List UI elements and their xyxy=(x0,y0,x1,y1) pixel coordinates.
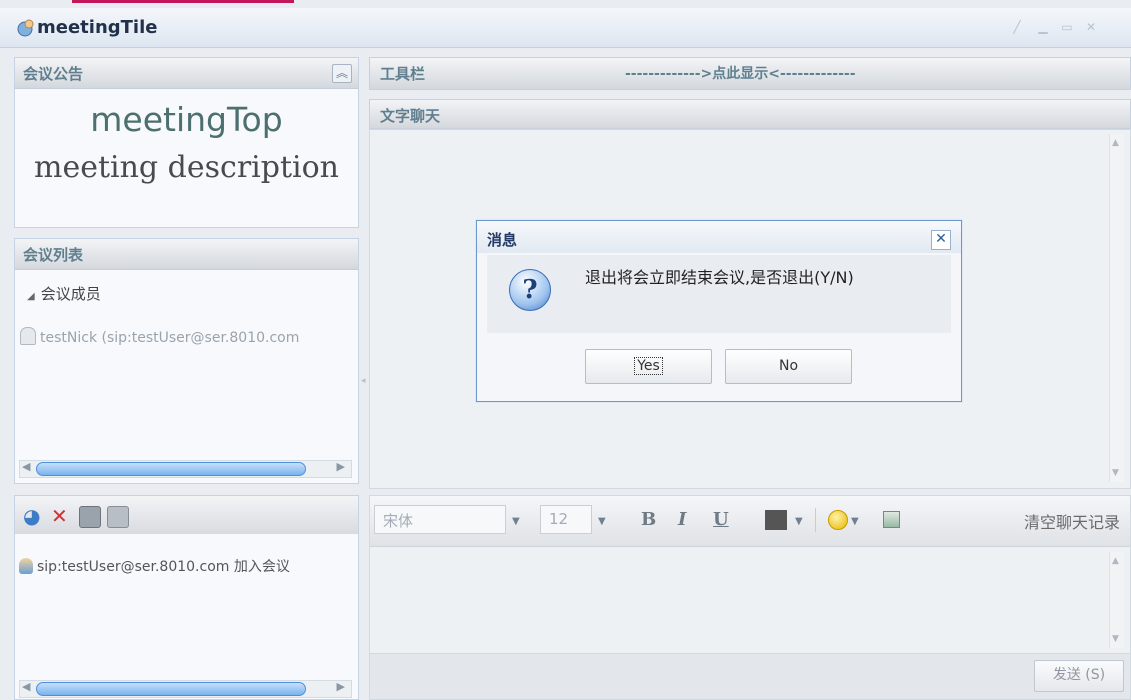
format-toolbar: 宋体 ▼ 12 ▼ B I U ▼ ▼ 清空聊天记录 xyxy=(370,496,1130,547)
meeting-description-text: meeting description xyxy=(34,150,339,185)
top-accent-strip xyxy=(0,0,1131,3)
scroll-left-arrow-icon[interactable]: ◀ xyxy=(22,680,30,693)
toolbar-label: 工具栏 xyxy=(380,65,426,83)
meeting-list-header: 会议列表 xyxy=(15,239,358,270)
meeting-top-text: meetingTop xyxy=(90,100,283,139)
dialog-body: ? 退出将会立即结束会议,是否退出(Y/N) xyxy=(487,255,951,333)
scroll-left-arrow-icon[interactable]: ◀ xyxy=(22,460,30,473)
toolbar-show-link[interactable]: ------------->点此显示<------------- xyxy=(625,63,856,83)
chevron-down-icon[interactable]: ▼ xyxy=(795,516,803,527)
member-avatar-icon xyxy=(20,327,36,345)
splitter-handle[interactable]: ◂ xyxy=(361,376,367,388)
underline-button[interactable]: U xyxy=(713,509,729,530)
text-color-button[interactable] xyxy=(765,510,787,530)
scroll-down-arrow-icon[interactable]: ▼ xyxy=(1112,468,1119,478)
chat-title: 文字聊天 xyxy=(380,107,441,125)
question-icon: ? xyxy=(509,269,551,311)
bold-button[interactable]: B xyxy=(641,509,656,530)
announcement-header: 会议公告 ︽ xyxy=(15,58,358,89)
chevron-down-icon[interactable]: ▼ xyxy=(512,516,520,527)
camera-person-icon[interactable] xyxy=(79,506,101,528)
message-dialog: 消息 ✕ ? 退出将会立即结束会议,是否退出(Y/N) Yes No xyxy=(476,220,962,402)
toolbar-bar[interactable]: 工具栏 ------------->点此显示<------------- xyxy=(369,57,1131,90)
font-size-select[interactable]: 12 xyxy=(540,505,592,534)
chevron-down-icon[interactable]: ▼ xyxy=(851,516,859,527)
list-item: sip:testUser@ser.8010.com 加入会议 xyxy=(19,556,290,576)
clear-chat-button[interactable]: 清空聊天记录 xyxy=(1024,509,1120,533)
accent-bar xyxy=(72,0,294,3)
divider xyxy=(815,508,816,532)
globe-icon[interactable]: ◕ xyxy=(23,506,40,526)
user-icon xyxy=(19,558,33,574)
dialog-message: 退出将会立即结束会议,是否退出(Y/N) xyxy=(585,268,854,287)
double-chevron-up-icon[interactable]: ︽ xyxy=(332,64,352,83)
maximize-icon[interactable]: ▭ xyxy=(1060,20,1074,34)
chat-vertical-scrollbar[interactable]: ▲ ▼ xyxy=(1109,134,1124,482)
member-list-scrollbar[interactable]: ◀ ▶ xyxy=(19,460,352,478)
scroll-down-arrow-icon[interactable]: ▼ xyxy=(1112,634,1119,644)
scroll-right-arrow-icon[interactable]: ▶ xyxy=(337,460,345,473)
globe-person-icon xyxy=(17,19,34,37)
scroll-up-arrow-icon[interactable]: ▲ xyxy=(1112,138,1119,148)
scroll-right-arrow-icon[interactable]: ▶ xyxy=(337,680,345,693)
list-item[interactable]: testNick (sip:testUser@ser.8010.com xyxy=(20,327,299,346)
window-title: meetingTile xyxy=(37,17,158,38)
send-row: 发送 (S) xyxy=(370,653,1130,699)
tree-node-label: 会议成员 xyxy=(40,285,101,303)
yes-button[interactable]: Yes xyxy=(585,349,712,384)
announcement-panel: 会议公告 ︽ meetingTop meeting description xyxy=(14,57,359,228)
yes-button-label: Yes xyxy=(634,357,663,375)
scrollbar-thumb[interactable] xyxy=(36,682,306,696)
no-button[interactable]: No xyxy=(725,349,852,384)
send-button[interactable]: 发送 (S) xyxy=(1034,660,1124,692)
pin-icon[interactable]: ╱ xyxy=(1010,20,1024,34)
image-icon[interactable] xyxy=(883,511,900,528)
chat-input[interactable]: ▲ ▼ xyxy=(370,548,1130,652)
chat-header: 文字聊天 xyxy=(369,99,1131,129)
meeting-list-title: 会议列表 xyxy=(23,246,84,264)
minimize-icon[interactable]: ▁ xyxy=(1036,20,1050,34)
meeting-list-panel: 会议列表 ◢ 会议成员 testNick (sip:testUser@ser.80… xyxy=(14,238,359,484)
camera-off-icon[interactable] xyxy=(107,506,129,528)
dialog-header: 消息 ✕ xyxy=(477,221,961,253)
log-entry-text: sip:testUser@ser.8010.com 加入会议 xyxy=(37,559,290,575)
log-scrollbar[interactable]: ◀ ▶ xyxy=(19,680,352,698)
scrollbar-thumb[interactable] xyxy=(36,462,306,476)
member-label: testNick (sip:testUser@ser.8010.com xyxy=(40,330,300,346)
input-vertical-scrollbar[interactable]: ▲ ▼ xyxy=(1109,552,1124,648)
remove-icon[interactable]: ✕ xyxy=(51,506,68,526)
emoticon-icon[interactable] xyxy=(828,510,848,530)
scroll-up-arrow-icon[interactable]: ▲ xyxy=(1112,556,1119,566)
font-name-select[interactable]: 宋体 xyxy=(374,505,506,534)
tree-collapse-arrow-icon[interactable]: ◢ xyxy=(27,291,35,302)
log-toolbar: ◕ ✕ xyxy=(15,496,358,534)
chevron-down-icon[interactable]: ▼ xyxy=(598,516,606,527)
log-panel: ◕ ✕ sip:testUser@ser.8010.com 加入会议 ◀ ▶ xyxy=(14,495,359,700)
title-bar: meetingTile ╱ ▁ ▭ ✕ xyxy=(0,8,1131,48)
close-icon[interactable]: ✕ xyxy=(931,230,951,250)
close-window-icon[interactable]: ✕ xyxy=(1084,20,1098,34)
dialog-title: 消息 xyxy=(487,231,518,249)
chat-composer: 宋体 ▼ 12 ▼ B I U ▼ ▼ 清空聊天记录 ▲ ▼ 发送 (S) xyxy=(369,495,1131,700)
announcement-title: 会议公告 xyxy=(23,65,84,83)
tree-node-members[interactable]: ◢ 会议成员 xyxy=(27,283,101,304)
italic-button[interactable]: I xyxy=(678,509,686,530)
